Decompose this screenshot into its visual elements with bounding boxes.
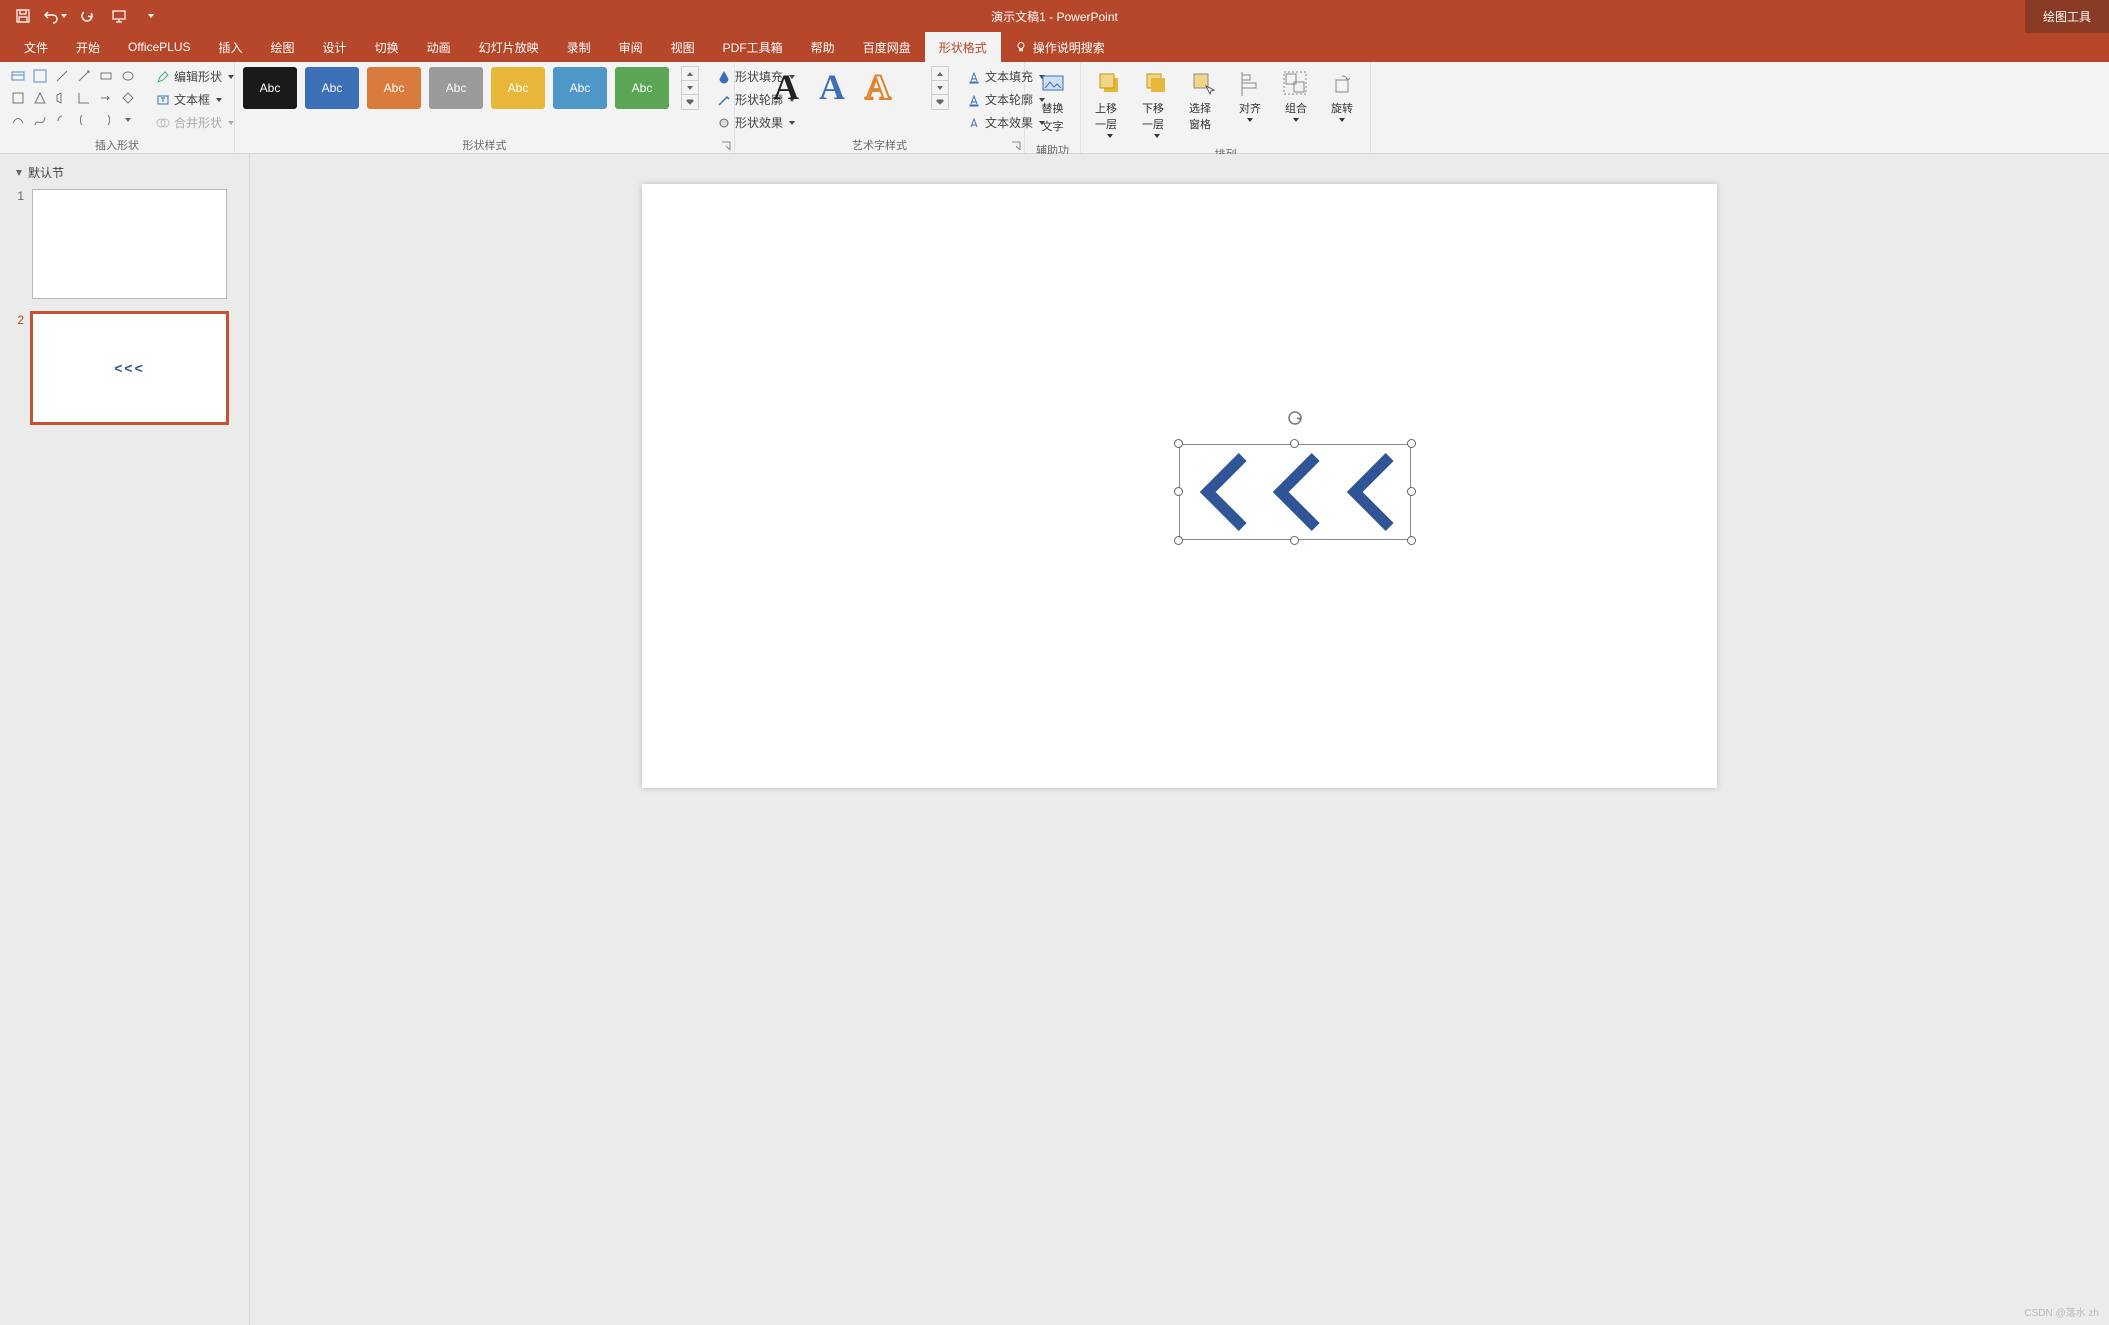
textbox-button[interactable]: 文本框 bbox=[150, 89, 240, 110]
wordart-swatch[interactable]: A bbox=[819, 66, 845, 108]
dialog-launcher[interactable] bbox=[1010, 139, 1022, 151]
gallery-nav[interactable] bbox=[931, 66, 949, 110]
section-header[interactable]: 默认节 bbox=[12, 160, 237, 189]
tab-home[interactable]: 开始 bbox=[62, 32, 114, 62]
merge-shapes-button: 合并形状 bbox=[150, 112, 240, 133]
slide-panel[interactable]: 默认节 1 2 <<< bbox=[0, 154, 250, 1325]
thumbnail[interactable]: <<< bbox=[32, 313, 227, 423]
window-title: 演示文稿1 - PowerPoint bbox=[991, 8, 1118, 25]
save-button[interactable] bbox=[10, 3, 36, 29]
tab-help[interactable]: 帮助 bbox=[797, 32, 849, 62]
quick-access-toolbar bbox=[0, 3, 174, 29]
group-arrange: 上移一层 下移一层 选择窗格 对齐 组合 旋转 排列 bbox=[1081, 62, 1371, 153]
resize-handle[interactable] bbox=[1174, 439, 1183, 448]
group-label: 插入形状 bbox=[8, 133, 226, 157]
slideshow-button[interactable] bbox=[106, 3, 132, 29]
tab-draw[interactable]: 绘图 bbox=[257, 32, 309, 62]
resize-handle[interactable] bbox=[1174, 487, 1183, 496]
alt-text-button[interactable]: 替换 文字 bbox=[1033, 66, 1073, 138]
resize-handle[interactable] bbox=[1407, 487, 1416, 496]
wordart-swatch[interactable]: A bbox=[865, 66, 891, 108]
style-swatch[interactable]: Abc bbox=[305, 67, 359, 109]
tab-shape-format[interactable]: 形状格式 bbox=[925, 32, 1001, 62]
shapes-gallery[interactable] bbox=[8, 66, 138, 130]
style-swatch[interactable]: Abc bbox=[615, 67, 669, 109]
tell-me[interactable]: 操作说明搜索 bbox=[1001, 32, 1119, 62]
tab-pdf[interactable]: PDF工具箱 bbox=[709, 32, 797, 62]
tab-design[interactable]: 设计 bbox=[309, 32, 361, 62]
undo-button[interactable] bbox=[42, 3, 68, 29]
slide-thumb-2[interactable]: 2 <<< bbox=[12, 313, 237, 423]
qat-more-button[interactable] bbox=[138, 3, 164, 29]
tell-me-label: 操作说明搜索 bbox=[1033, 39, 1105, 56]
rotate-handle[interactable] bbox=[1285, 408, 1305, 428]
wordart-swatch[interactable]: A bbox=[773, 66, 799, 108]
selection-pane-button[interactable]: 选择窗格 bbox=[1183, 66, 1224, 136]
gallery-nav[interactable] bbox=[681, 66, 699, 110]
ribbon: 编辑形状 文本框 合并形状 插入形状 Abc Abc Abc Abc Abc A… bbox=[0, 62, 2109, 154]
align-button[interactable]: 对齐 bbox=[1230, 66, 1270, 126]
rotate-button[interactable]: 旋转 bbox=[1322, 66, 1362, 126]
tab-view[interactable]: 视图 bbox=[657, 32, 709, 62]
tab-transitions[interactable]: 切换 bbox=[361, 32, 413, 62]
slide[interactable] bbox=[642, 184, 1717, 788]
group-wordart-styles: A A A 文本填充 文本轮廓 文本效果 艺术字样式 bbox=[735, 62, 1025, 153]
wordart-gallery[interactable]: A A A bbox=[743, 66, 921, 108]
title-bar: 演示文稿1 - PowerPoint 绘图工具 bbox=[0, 0, 2109, 32]
style-swatch[interactable]: Abc bbox=[429, 67, 483, 109]
slide-thumb-1[interactable]: 1 bbox=[12, 189, 237, 299]
resize-handle[interactable] bbox=[1290, 536, 1299, 545]
edit-shape-button[interactable]: 编辑形状 bbox=[150, 66, 240, 87]
style-swatch[interactable]: Abc bbox=[553, 67, 607, 109]
tab-officeplus[interactable]: OfficePLUS bbox=[114, 32, 204, 62]
resize-handle[interactable] bbox=[1407, 439, 1416, 448]
workspace: 默认节 1 2 <<< bbox=[0, 154, 2109, 1325]
redo-button[interactable] bbox=[74, 3, 100, 29]
tab-insert[interactable]: 插入 bbox=[205, 32, 257, 62]
context-tab-header: 绘图工具 bbox=[2025, 0, 2109, 33]
bring-forward-button[interactable]: 上移一层 bbox=[1089, 66, 1130, 142]
chevron-icon: <<< bbox=[114, 360, 145, 376]
group-accessibility: 替换 文字 辅助功能 bbox=[1025, 62, 1081, 153]
group-button[interactable]: 组合 bbox=[1276, 66, 1316, 126]
resize-handle[interactable] bbox=[1290, 439, 1299, 448]
shape-style-gallery[interactable]: Abc Abc Abc Abc Abc Abc Abc bbox=[243, 66, 699, 110]
resize-handle[interactable] bbox=[1174, 536, 1183, 545]
tab-animations[interactable]: 动画 bbox=[413, 32, 465, 62]
tab-slideshow[interactable]: 幻灯片放映 bbox=[465, 32, 553, 62]
tab-file[interactable]: 文件 bbox=[10, 32, 62, 62]
chevron-shapes bbox=[1185, 450, 1405, 534]
group-shape-styles: Abc Abc Abc Abc Abc Abc Abc 形状填充 形状轮廓 形状… bbox=[235, 62, 735, 153]
thumbnail[interactable] bbox=[32, 189, 227, 299]
selected-shape[interactable] bbox=[1179, 444, 1411, 540]
tab-baidu[interactable]: 百度网盘 bbox=[849, 32, 925, 62]
style-swatch[interactable]: Abc bbox=[243, 67, 297, 109]
dialog-launcher[interactable] bbox=[720, 139, 732, 151]
ribbon-tabs: 文件 开始 OfficePLUS 插入 绘图 设计 切换 动画 幻灯片放映 录制… bbox=[0, 32, 2109, 62]
style-swatch[interactable]: Abc bbox=[491, 67, 545, 109]
canvas[interactable] bbox=[250, 154, 2109, 1325]
tab-review[interactable]: 审阅 bbox=[605, 32, 657, 62]
send-backward-button[interactable]: 下移一层 bbox=[1136, 66, 1177, 142]
style-swatch[interactable]: Abc bbox=[367, 67, 421, 109]
tab-record[interactable]: 录制 bbox=[553, 32, 605, 62]
watermark: CSDN @落水 zh bbox=[2024, 1304, 2099, 1319]
resize-handle[interactable] bbox=[1407, 536, 1416, 545]
group-insert-shapes: 编辑形状 文本框 合并形状 插入形状 bbox=[0, 62, 235, 153]
